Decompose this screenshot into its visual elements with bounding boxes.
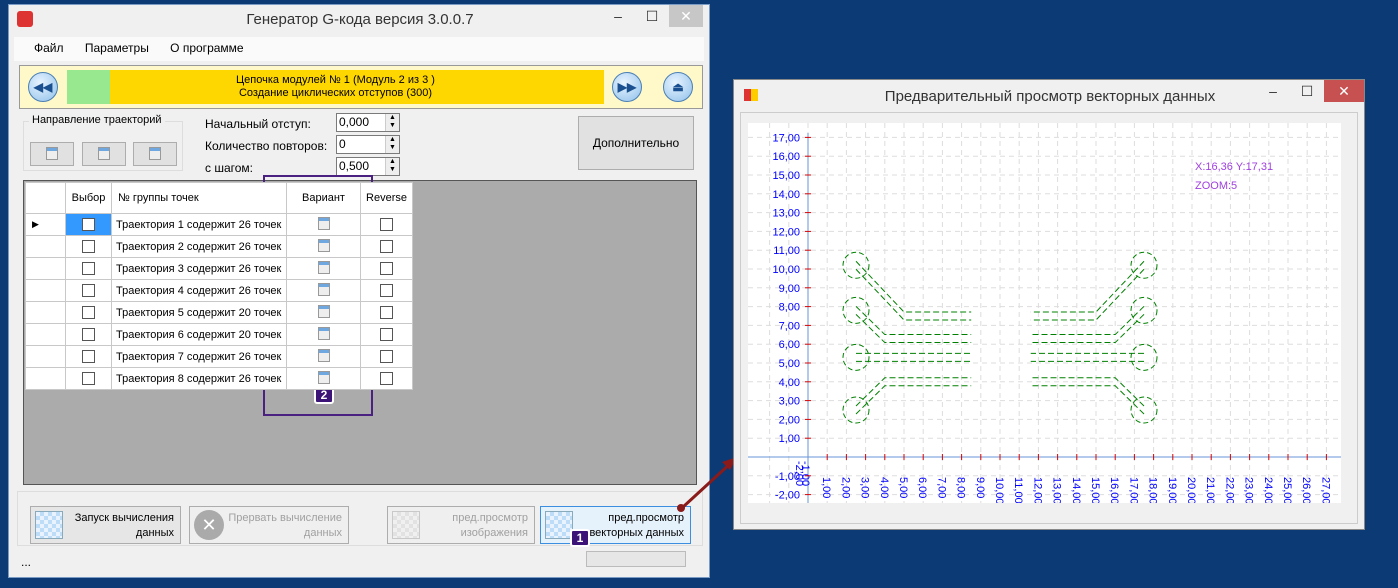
x-tick-label: 26,00 [1300,477,1312,503]
y-tick-label: 14,00 [772,189,800,201]
x-tick-label: 23,00 [1243,477,1255,503]
x-tick-label: 2,00 [839,477,851,498]
zoom-level: ZOOM:5 [1195,180,1238,192]
y-tick-label: 17,00 [772,132,800,144]
x-tick-label: 16,00 [1108,477,1120,503]
x-tick-label: 4,00 [878,477,890,498]
x-tick-label: 6,00 [916,477,928,498]
y-tick-label: -1,00 [775,471,800,483]
x-tick-label: 27,00 [1319,477,1331,503]
y-tick-label: 10,00 [772,264,800,276]
y-tick-label: 9,00 [779,283,800,295]
y-tick-label: 12,00 [772,226,800,238]
x-tick-label: 15,00 [1089,477,1101,503]
y-tick-label: 11,00 [773,245,800,257]
x-tick-label: 20,00 [1185,477,1197,503]
y-tick-label: 15,00 [772,170,800,182]
y-tick-label: 6,00 [779,339,800,351]
y-tick-label: 8,00 [779,302,800,314]
y-tick-label: 7,00 [779,320,800,332]
y-tick-label: 1,00 [779,433,800,445]
preview-window: Предварительный просмотр векторных данны… [733,79,1365,530]
y-tick-label: 5,00 [779,358,800,370]
x-tick-label: 14,00 [1070,477,1082,503]
x-tick-label: 18,00 [1147,477,1159,503]
preview-minimize-button[interactable]: – [1256,80,1290,102]
x-tick-label: 24,00 [1262,477,1274,503]
x-tick-label: 8,00 [955,477,967,498]
preview-close-button[interactable]: ✕ [1324,80,1364,102]
y-tick-label: 4,00 [779,377,800,389]
x-tick-label: 19,00 [1166,477,1178,503]
y-tick-label: 2,00 [779,414,800,426]
x-tick-label: 21,00 [1204,477,1216,503]
x-tick-label: 11,00 [1012,477,1024,503]
x-tick-label: 13,00 [1051,477,1063,503]
x-tick-label: 12,00 [1031,477,1043,503]
y-tick-label: 16,00 [772,151,800,163]
x-tick-label: 22,00 [1223,477,1235,503]
x-tick-label: 9,00 [974,477,986,498]
y-tick-label: -2,00 [775,490,800,502]
x-tick-label: 10,00 [993,477,1005,503]
y-tick-label: 3,00 [779,396,800,408]
y-tick-label: 13,00 [772,208,800,220]
preview-maximize-button[interactable]: ☐ [1290,80,1324,102]
x-tick-label: 17,00 [1127,477,1139,503]
x-tick-label: 3,00 [859,477,871,498]
vector-chart[interactable]: 1,00 2,00 3,00 4,00 5,00 6,00 7,00 8,00 9,00 10,0… [748,123,1341,503]
x-tick-label: 1,00 [820,477,832,498]
x-tick-label: 5,00 [897,477,909,498]
x-tick-label: 25,00 [1281,477,1293,503]
x-tick-label: 7,00 [935,477,947,498]
cursor-coords: X:16,36 Y:17,31 [1195,161,1274,173]
